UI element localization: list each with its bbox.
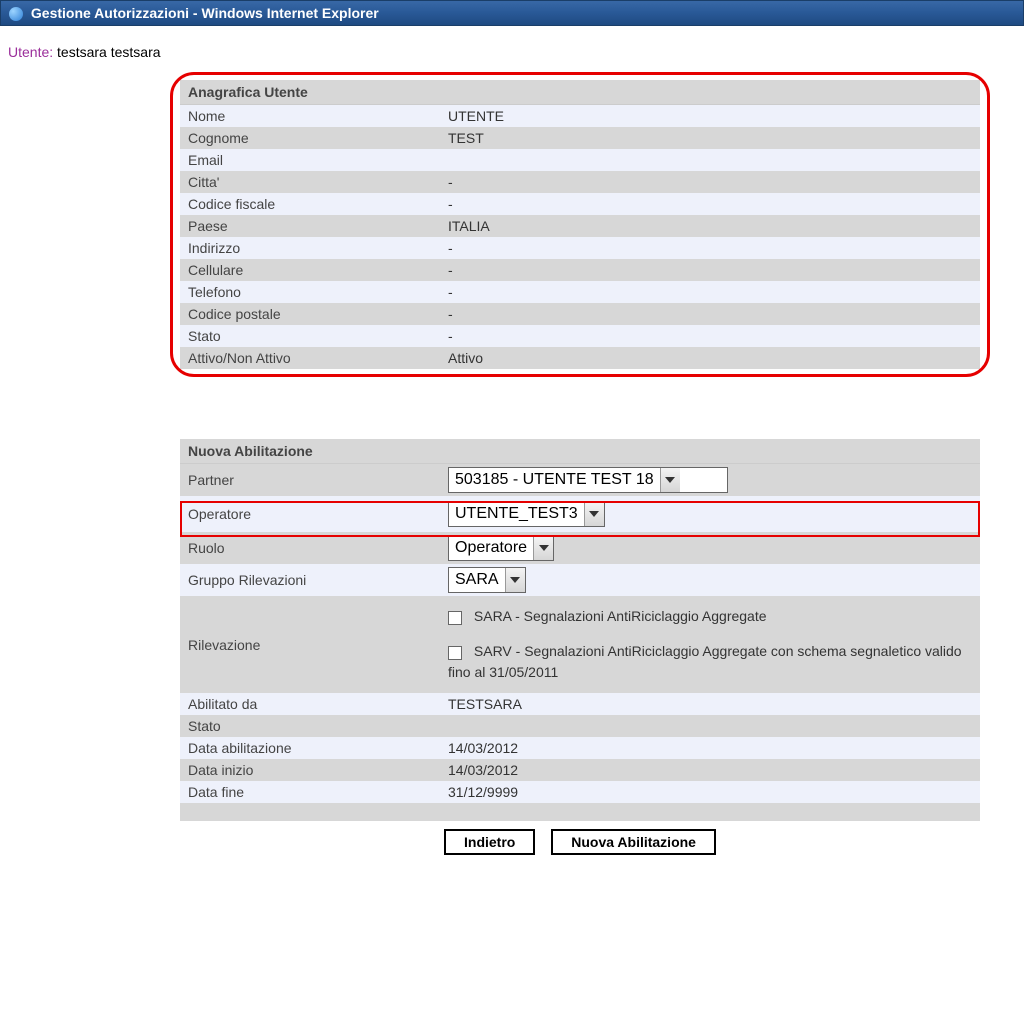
button-row: Indietro Nuova Abilitazione — [180, 821, 980, 863]
anag-label: Stato — [180, 325, 440, 347]
data-abil-value: 14/03/2012 — [440, 737, 980, 759]
rilevazione-label: Rilevazione — [180, 596, 440, 693]
anag-value: - — [440, 303, 980, 325]
data-fine-value: 31/12/9999 — [440, 781, 980, 803]
chevron-down-icon — [533, 536, 553, 560]
chevron-down-icon — [584, 502, 604, 526]
ie-icon — [9, 7, 23, 21]
operatore-select[interactable]: UTENTE_TEST3 — [448, 501, 605, 527]
rilevazione-opt1: SARA - Segnalazioni AntiRiciclaggio Aggr… — [474, 608, 767, 624]
gruppo-label: Gruppo Rilevazioni — [180, 564, 440, 596]
ruolo-label: Ruolo — [180, 532, 440, 564]
anag-label: Codice postale — [180, 303, 440, 325]
anag-value: ITALIA — [440, 215, 980, 237]
indietro-button[interactable]: Indietro — [444, 829, 535, 855]
table-row: Email — [180, 149, 980, 171]
ruolo-select[interactable]: Operatore — [448, 535, 554, 561]
abilitazione-table: Nuova Abilitazione Partner 503185 - UTEN… — [180, 439, 980, 821]
anag-value: - — [440, 325, 980, 347]
table-row: Codice fiscale- — [180, 193, 980, 215]
user-line: Utente: testsara testsara — [0, 26, 1024, 70]
data-inizio-value: 14/03/2012 — [440, 759, 980, 781]
anagrafica-header: Anagrafica Utente — [180, 80, 980, 105]
data-abil-label: Data abilitazione — [180, 737, 440, 759]
data-fine-label: Data fine — [180, 781, 440, 803]
table-row: Telefono- — [180, 281, 980, 303]
anag-label: Cognome — [180, 127, 440, 149]
abilitato-label: Abilitato da — [180, 693, 440, 715]
anag-label: Paese — [180, 215, 440, 237]
table-row: Cellulare- — [180, 259, 980, 281]
abilitato-value: TESTSARA — [440, 693, 980, 715]
stato2-label: Stato — [180, 715, 440, 737]
anag-value: - — [440, 237, 980, 259]
operatore-label: Operatore — [180, 496, 440, 532]
ruolo-value: Operatore — [455, 539, 533, 557]
rilevazione-checkbox-sarv[interactable] — [448, 646, 462, 660]
anag-label: Telefono — [180, 281, 440, 303]
anag-label: Attivo/Non Attivo — [180, 347, 440, 369]
data-inizio-label: Data inizio — [180, 759, 440, 781]
partner-value: 503185 - UTENTE TEST 18 — [455, 471, 660, 489]
gruppo-select[interactable]: SARA — [448, 567, 526, 593]
anag-label: Codice fiscale — [180, 193, 440, 215]
anag-value: UTENTE — [440, 105, 980, 128]
anag-label: Nome — [180, 105, 440, 128]
user-label: Utente: — [8, 44, 53, 60]
anagrafica-table: Anagrafica Utente NomeUTENTECognomeTESTE… — [180, 80, 980, 369]
window-titlebar: Gestione Autorizzazioni - Windows Intern… — [0, 0, 1024, 26]
anag-value: Attivo — [440, 347, 980, 369]
abilitazione-panel: Nuova Abilitazione Partner 503185 - UTEN… — [180, 439, 980, 863]
rilevazione-checkbox-sara[interactable] — [448, 611, 462, 625]
abilitazione-header: Nuova Abilitazione — [180, 439, 980, 464]
anag-label: Citta' — [180, 171, 440, 193]
gruppo-value: SARA — [455, 571, 505, 589]
chevron-down-icon — [660, 468, 680, 492]
table-row: PaeseITALIA — [180, 215, 980, 237]
anag-value — [440, 149, 980, 171]
table-row: Attivo/Non AttivoAttivo — [180, 347, 980, 369]
rilevazione-opt2: SARV - Segnalazioni AntiRiciclaggio Aggr… — [448, 643, 962, 680]
table-row: Citta'- — [180, 171, 980, 193]
table-row: Stato- — [180, 325, 980, 347]
table-row: Codice postale- — [180, 303, 980, 325]
anag-value: TEST — [440, 127, 980, 149]
anag-label: Indirizzo — [180, 237, 440, 259]
anag-value: - — [440, 281, 980, 303]
operatore-value: UTENTE_TEST3 — [455, 505, 584, 523]
table-row: CognomeTEST — [180, 127, 980, 149]
chevron-down-icon — [505, 568, 525, 592]
table-row: NomeUTENTE — [180, 105, 980, 128]
stato2-value — [440, 715, 980, 737]
partner-label: Partner — [180, 464, 440, 497]
table-row: Indirizzo- — [180, 237, 980, 259]
user-value: testsara testsara — [57, 44, 161, 60]
anagrafica-panel: Anagrafica Utente NomeUTENTECognomeTESTE… — [180, 80, 980, 369]
anag-value: - — [440, 193, 980, 215]
anag-value: - — [440, 259, 980, 281]
nuova-abilitazione-button[interactable]: Nuova Abilitazione — [551, 829, 716, 855]
anag-value: - — [440, 171, 980, 193]
partner-select[interactable]: 503185 - UTENTE TEST 18 — [448, 467, 728, 493]
anag-label: Email — [180, 149, 440, 171]
window-title: Gestione Autorizzazioni - Windows Intern… — [31, 5, 379, 21]
anag-label: Cellulare — [180, 259, 440, 281]
